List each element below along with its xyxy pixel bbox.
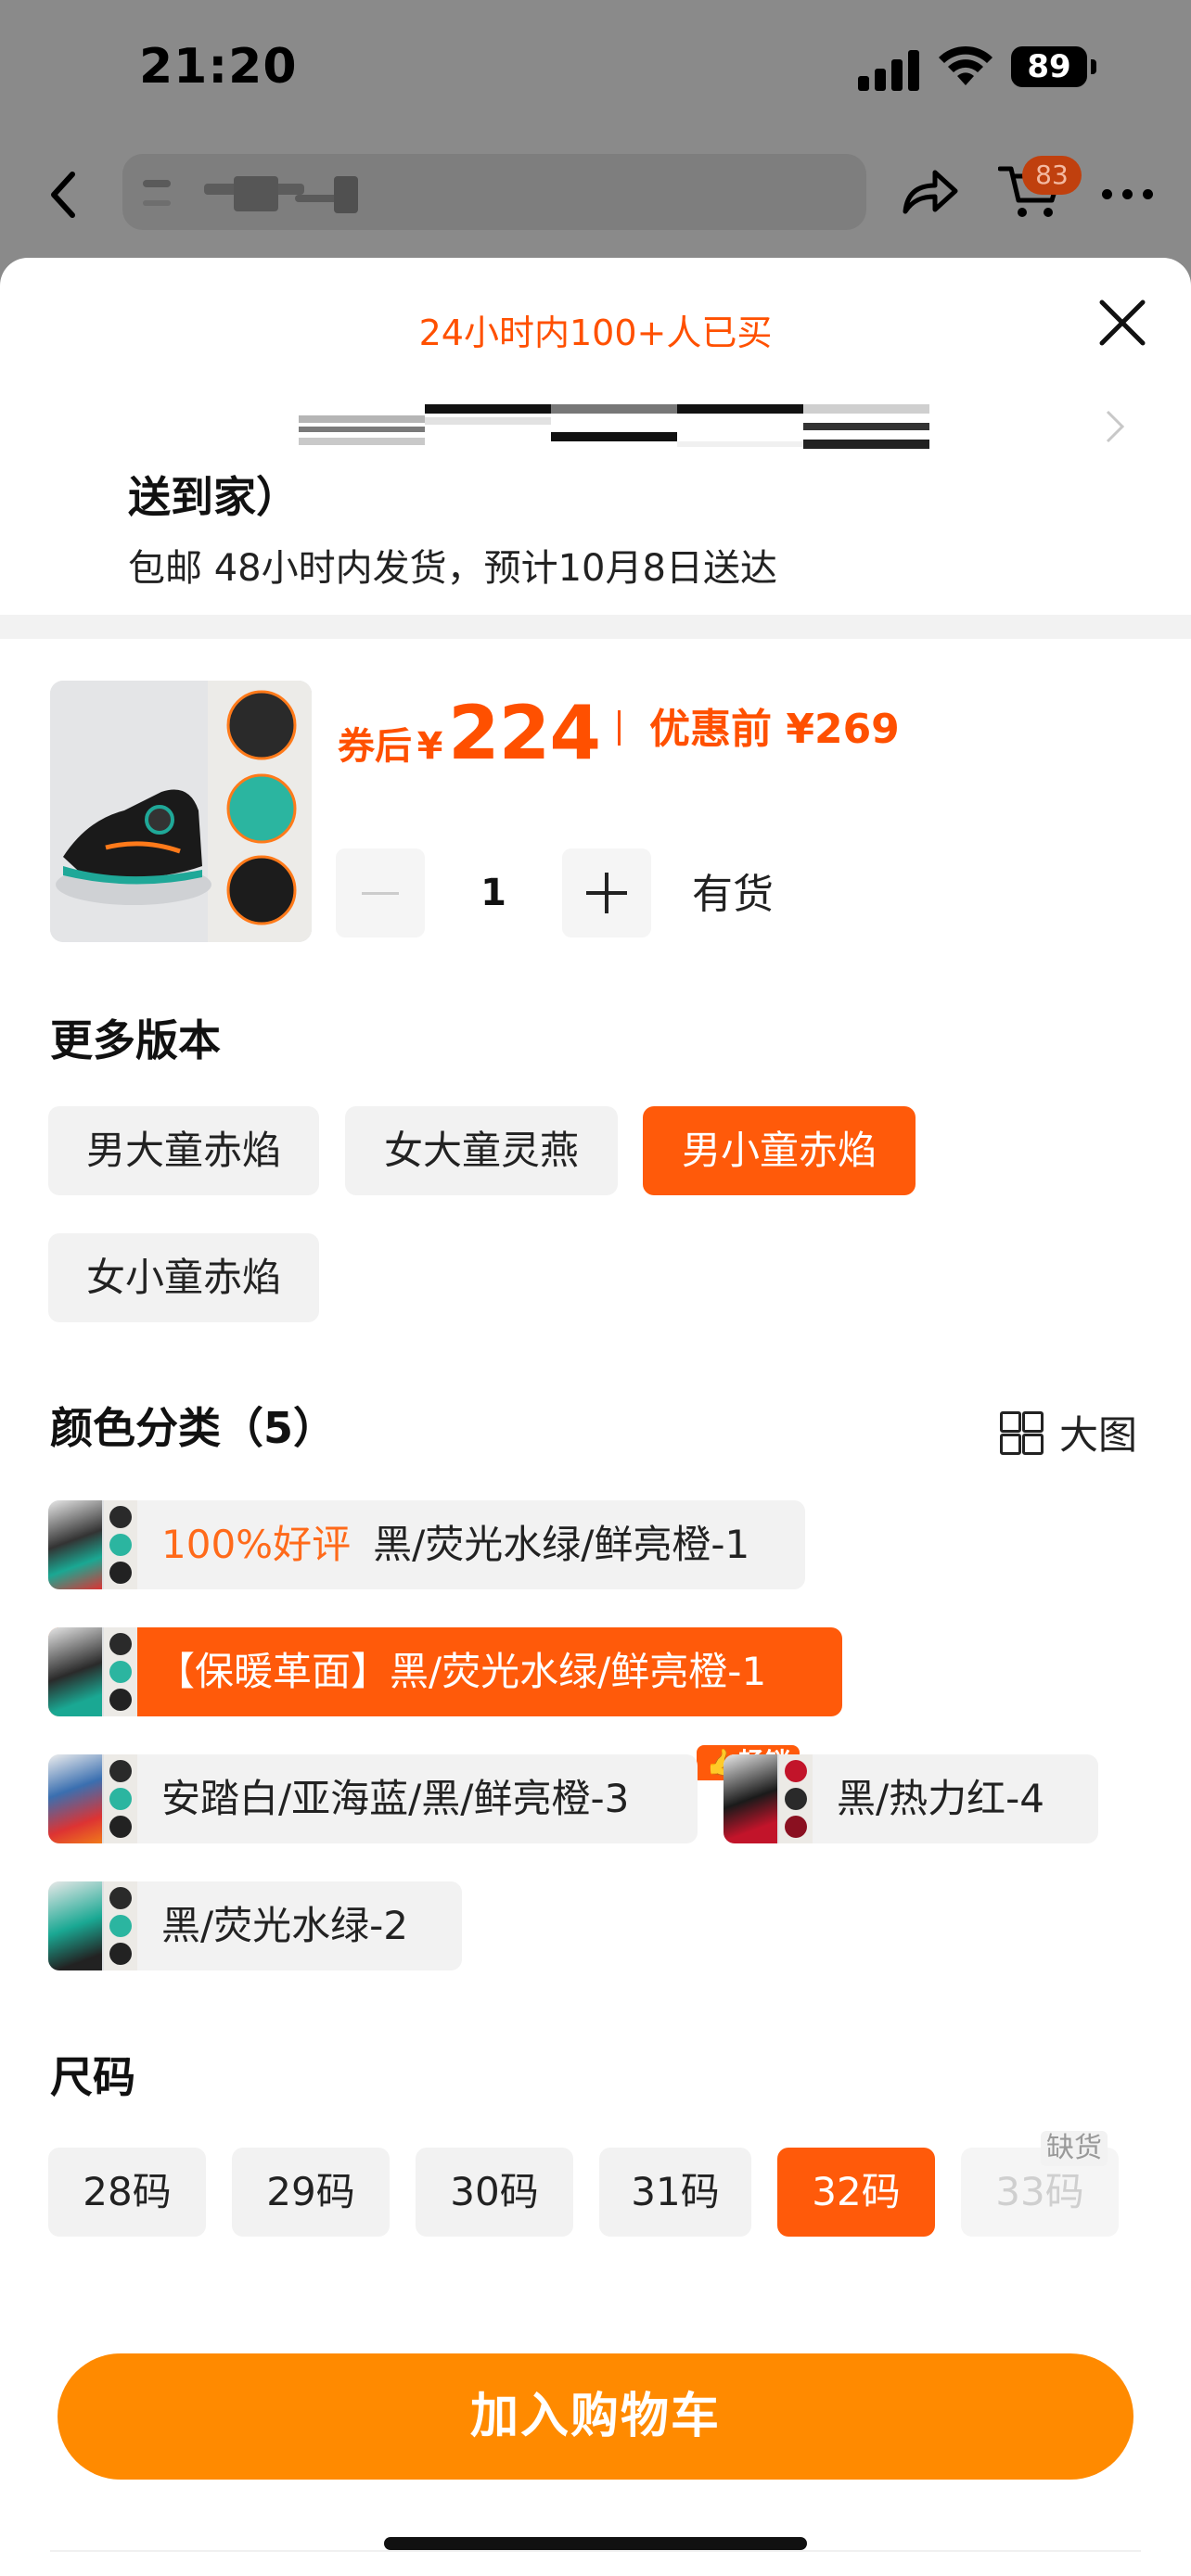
- size-option[interactable]: 28码: [48, 2148, 206, 2237]
- big-view-label: 大图: [1059, 1411, 1138, 1458]
- grid-view-icon: [1000, 1411, 1044, 1455]
- status-time: 21:20: [139, 39, 298, 95]
- back-arrow-icon[interactable]: [45, 167, 82, 223]
- blurred-text: [234, 176, 278, 211]
- status-bar: 21:20 89: [0, 0, 1191, 139]
- color-option[interactable]: 黑/热力红-4: [724, 1754, 1098, 1843]
- sizes-title: 尺码: [50, 2052, 135, 2102]
- color-thumbnail: [724, 1754, 813, 1843]
- delivery-address[interactable]: 送到家）: [128, 464, 299, 525]
- version-option-selected[interactable]: 男小童赤焰: [643, 1106, 916, 1195]
- color-thumbnail: [48, 1754, 137, 1843]
- sku-selector-sheet: 24小时内100+人已买 送到家） 包邮 48小时内发货，预计10月8日送达 券…: [0, 258, 1191, 2576]
- version-option[interactable]: 男大童赤焰: [48, 1106, 319, 1195]
- quantity-increase-button[interactable]: [562, 848, 651, 937]
- share-icon[interactable]: [900, 165, 959, 217]
- size-option[interactable]: 30码: [416, 2148, 573, 2237]
- version-option[interactable]: 女大童灵燕: [345, 1106, 618, 1195]
- out-of-stock-badge: 缺货: [1041, 2131, 1108, 2166]
- good-review-tag: 100%好评: [161, 1522, 352, 1567]
- price-before-value: 269: [813, 706, 900, 753]
- price-after-coupon: 券后 ¥ 224: [338, 690, 601, 776]
- stock-status: 有货: [692, 871, 774, 918]
- color-option[interactable]: 黑/荧光水绿-2: [48, 1881, 462, 1970]
- cart-count-badge: 83: [1022, 156, 1082, 195]
- add-to-cart-button[interactable]: 加入购物车: [58, 2353, 1133, 2480]
- color-option-label: 黑/荧光水绿-2: [161, 1903, 409, 1948]
- color-option-label: 【保暖革面】黑/荧光水绿/鲜亮橙-1: [156, 1649, 767, 1694]
- price-before-label: 优惠前: [649, 706, 772, 753]
- color-option-label: 黑/荧光水绿/鲜亮橙-1: [373, 1522, 750, 1567]
- colors-title: 颜色分类（5）: [50, 1403, 337, 1453]
- size-option[interactable]: 31码: [599, 2148, 751, 2237]
- color-thumbnail: [48, 1627, 137, 1716]
- shipping-info: 包邮 48小时内发货，预计10月8日送达: [128, 547, 777, 590]
- close-icon[interactable]: [1095, 295, 1150, 351]
- color-thumbnail: [48, 1500, 137, 1589]
- wifi-icon: [939, 45, 992, 85]
- color-option-label: 安踏白/亚海蓝/黑/鲜亮橙-3: [161, 1776, 630, 1821]
- cellular-signal-icon: [858, 48, 923, 91]
- versions-title: 更多版本: [50, 1015, 221, 1065]
- quantity-decrease-button[interactable]: [336, 848, 425, 937]
- price-after-value: 224: [448, 690, 601, 776]
- price-separator: [618, 710, 621, 746]
- size-option-selected[interactable]: 32码: [777, 2148, 935, 2237]
- color-option-label: 黑/热力红-4: [837, 1776, 1045, 1821]
- blurred-text: [143, 200, 171, 206]
- more-options-icon[interactable]: [1102, 189, 1154, 200]
- blurred-text: [143, 180, 171, 187]
- redacted-address: [299, 404, 929, 453]
- battery-tip: [1091, 59, 1096, 74]
- quantity-value[interactable]: 1: [436, 848, 551, 937]
- currency-symbol: ¥: [416, 725, 443, 768]
- battery-level: 89: [1011, 46, 1087, 87]
- version-option[interactable]: 女小童赤焰: [48, 1233, 319, 1322]
- color-option[interactable]: 安踏白/亚海蓝/黑/鲜亮橙-3: [48, 1754, 698, 1843]
- section-divider: [0, 615, 1191, 639]
- home-indicator: [384, 2537, 807, 2550]
- color-thumbnail: [48, 1881, 137, 1970]
- sales-promo-text: 24小时内100+人已买: [418, 312, 773, 353]
- blurred-text: [334, 176, 358, 213]
- price-before-discount: 优惠前 ¥269: [649, 695, 900, 755]
- currency-symbol: ¥: [786, 706, 814, 753]
- color-option[interactable]: 100%好评 黑/荧光水绿/鲜亮橙-1: [48, 1500, 805, 1589]
- size-option[interactable]: 29码: [232, 2148, 390, 2237]
- price-after-label: 券后: [338, 725, 412, 768]
- footer-divider: [50, 2550, 1141, 2552]
- chevron-right-icon[interactable]: [1104, 408, 1126, 445]
- color-option-selected[interactable]: 【保暖革面】黑/荧光水绿/鲜亮橙-1: [48, 1627, 842, 1716]
- search-bar[interactable]: [122, 154, 866, 230]
- product-thumbnail[interactable]: [50, 681, 312, 942]
- big-view-toggle[interactable]: 大图: [1000, 1404, 1137, 1460]
